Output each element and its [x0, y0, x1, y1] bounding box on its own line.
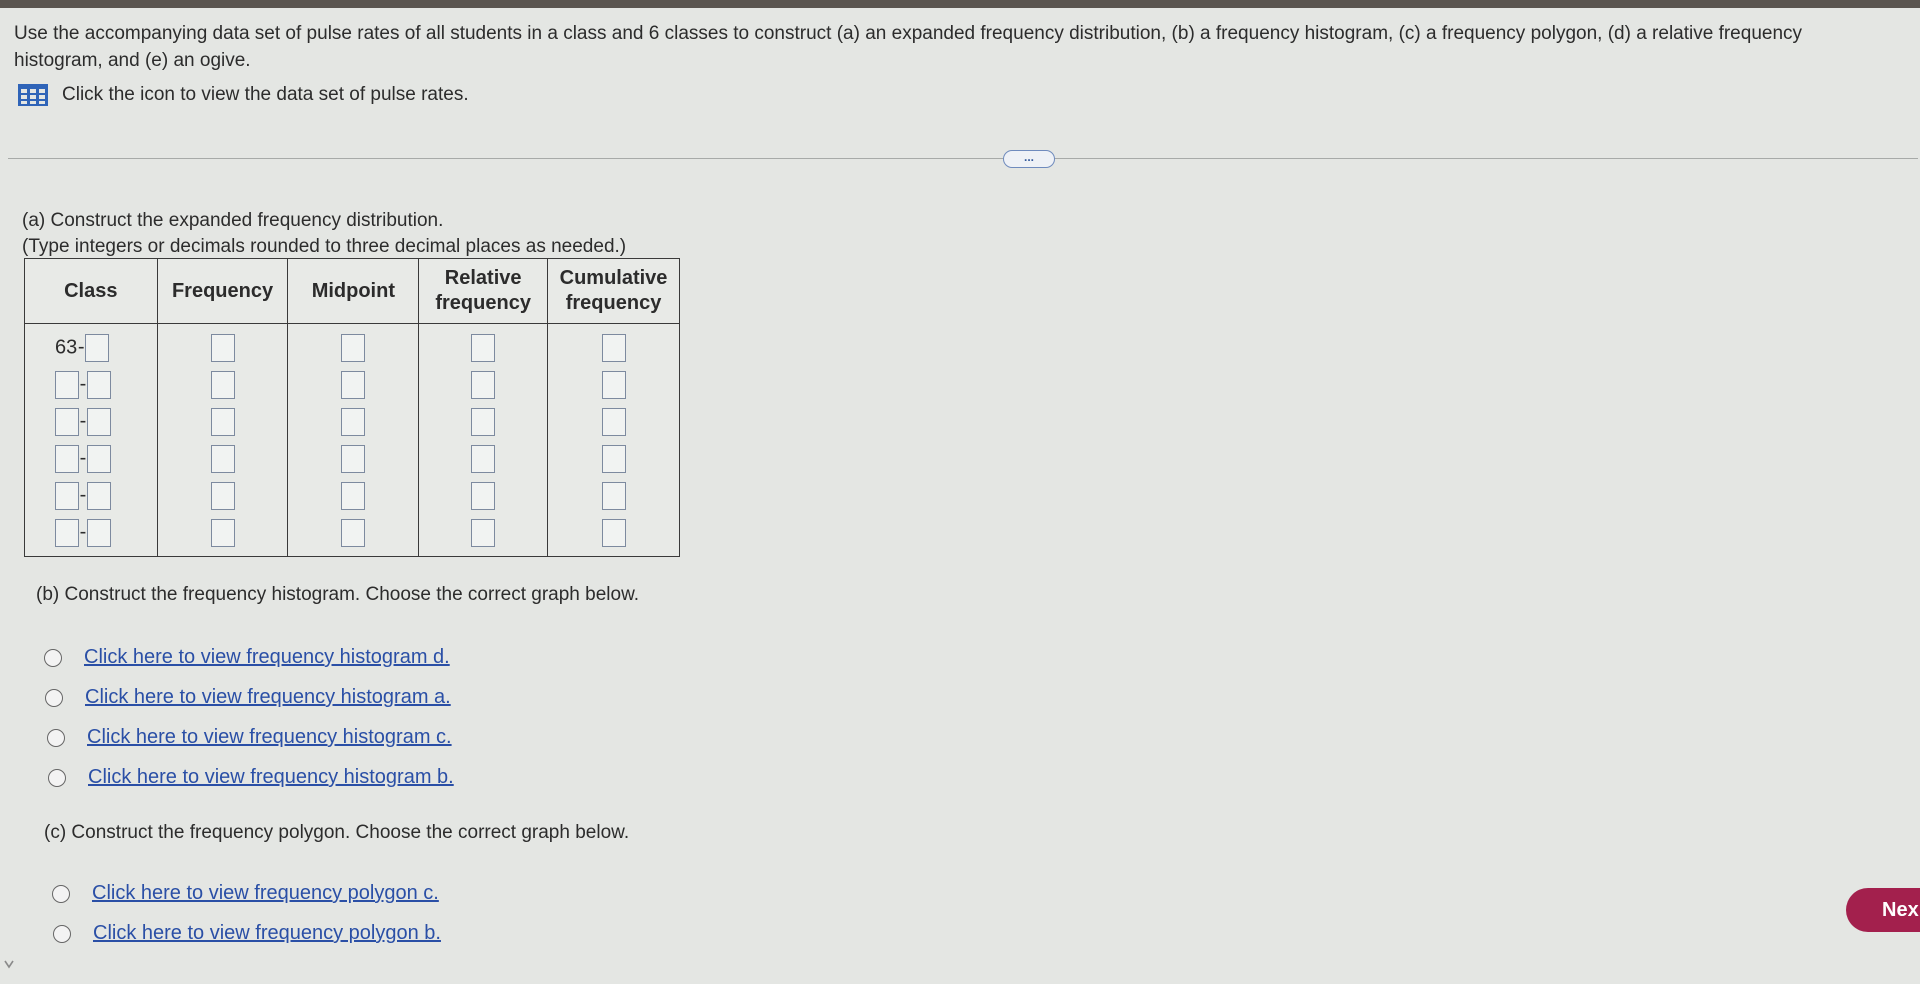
histogram-option-d[interactable]: Click here to view frequency histogram d…	[44, 646, 450, 669]
table-row: -	[24, 477, 680, 514]
header-class: Class	[24, 258, 158, 324]
lower-limit-input[interactable]	[55, 370, 79, 399]
histogram-option-link[interactable]: Click here to view frequency histogram b…	[88, 766, 454, 789]
frequency-input[interactable]	[210, 444, 235, 473]
lower-limit-input[interactable]	[55, 481, 79, 510]
upper-limit-input[interactable]	[87, 518, 111, 547]
polygon-option-b[interactable]: Click here to view frequency polygon b.	[53, 922, 441, 945]
class-dash: -	[79, 447, 87, 469]
table-row: -	[24, 514, 680, 557]
class-dash: -	[79, 521, 87, 543]
relative-frequency-input[interactable]	[471, 481, 496, 510]
histogram-option-c[interactable]: Click here to view frequency histogram c…	[47, 726, 452, 749]
radio-button[interactable]	[44, 648, 62, 667]
midpoint-input[interactable]	[341, 333, 366, 362]
part-b-title: (b) Construct the frequency histogram. C…	[36, 584, 640, 605]
frequency-distribution-table: Class Frequency Midpoint Relative frequen…	[24, 258, 680, 557]
next-button[interactable]: Nex	[1846, 888, 1920, 932]
midpoint-input[interactable]	[341, 481, 366, 510]
class-dash: -	[77, 336, 85, 358]
polygon-option-link[interactable]: Click here to view frequency polygon c.	[92, 882, 439, 905]
part-c-title: (c) Construct the frequency polygon. Cho…	[44, 822, 630, 843]
class-cell: 63-	[24, 323, 158, 366]
cumulative-frequency-input[interactable]	[601, 481, 626, 510]
radio-button[interactable]	[47, 728, 65, 747]
cumulative-frequency-input[interactable]	[601, 333, 626, 362]
class-dash: -	[79, 410, 87, 432]
lower-limit-fixed: 63	[55, 335, 78, 358]
relative-frequency-input[interactable]	[471, 444, 496, 473]
histogram-option-a[interactable]: Click here to view frequency histogram a…	[45, 686, 451, 709]
upper-limit-input[interactable]	[87, 370, 111, 399]
relative-frequency-input[interactable]	[471, 407, 496, 436]
upper-limit-input[interactable]	[85, 333, 110, 362]
question-text: Use the accompanying data set of pulse r…	[14, 23, 1803, 71]
header-cumulative-frequency: Cumulative frequency	[547, 258, 680, 324]
histogram-option-link[interactable]: Click here to view frequency histogram d…	[84, 646, 450, 669]
relative-frequency-input[interactable]	[471, 370, 496, 399]
table-row: -	[24, 403, 680, 440]
chevron-down-icon[interactable]	[4, 956, 14, 969]
histogram-option-link[interactable]: Click here to view frequency histogram c…	[87, 726, 452, 749]
polygon-option-link[interactable]: Click here to view frequency polygon b.	[93, 922, 441, 945]
header-frequency: Frequency	[156, 258, 289, 324]
histogram-option-link[interactable]: Click here to view frequency histogram a…	[85, 686, 451, 709]
frequency-input[interactable]	[210, 333, 235, 362]
radio-button[interactable]	[48, 768, 66, 787]
data-link-label: Click the icon to view the data set of p…	[62, 84, 469, 105]
part-a-instruction: (Type integers or decimals rounded to th…	[22, 236, 627, 257]
relative-frequency-input[interactable]	[471, 333, 496, 362]
header-midpoint: Midpoint	[287, 258, 420, 324]
grid-table-icon[interactable]	[18, 84, 48, 106]
cumulative-frequency-input[interactable]	[601, 370, 626, 399]
histogram-option-b[interactable]: Click here to view frequency histogram b…	[48, 766, 454, 789]
upper-limit-input[interactable]	[87, 407, 111, 436]
radio-button[interactable]	[45, 688, 63, 707]
table-header-row: Class Frequency Midpoint Relative frequen…	[24, 258, 680, 324]
radio-button[interactable]	[53, 924, 71, 943]
class-cell: -	[24, 514, 158, 557]
frequency-input[interactable]	[210, 370, 235, 399]
midpoint-input[interactable]	[341, 518, 366, 547]
frequency-input[interactable]	[210, 407, 235, 436]
class-dash: -	[79, 373, 87, 395]
header-relative-frequency: Relative frequency	[418, 258, 549, 324]
lower-limit-input[interactable]	[55, 518, 79, 547]
more-button[interactable]: ...	[1003, 150, 1055, 168]
class-dash: -	[79, 484, 87, 506]
class-cell: -	[24, 477, 158, 514]
divider	[8, 158, 1918, 159]
upper-limit-input[interactable]	[87, 481, 111, 510]
radio-button[interactable]	[52, 884, 70, 903]
table-row: -	[24, 440, 680, 477]
top-bar	[0, 0, 1920, 8]
frequency-input[interactable]	[210, 518, 235, 547]
table-row: -	[24, 366, 680, 403]
lower-limit-input[interactable]	[55, 407, 79, 436]
relative-frequency-input[interactable]	[471, 518, 496, 547]
upper-limit-input[interactable]	[87, 444, 111, 473]
midpoint-input[interactable]	[341, 370, 366, 399]
frequency-input[interactable]	[210, 481, 235, 510]
cumulative-frequency-input[interactable]	[601, 518, 626, 547]
polygon-option-c[interactable]: Click here to view frequency polygon c.	[52, 882, 439, 905]
class-cell: -	[24, 403, 158, 440]
midpoint-input[interactable]	[341, 444, 366, 473]
cumulative-frequency-input[interactable]	[601, 444, 626, 473]
part-a-title: (a) Construct the expanded frequency dis…	[22, 210, 444, 231]
midpoint-input[interactable]	[341, 407, 366, 436]
table-row: 63-	[24, 323, 680, 366]
lower-limit-input[interactable]	[55, 444, 79, 473]
class-cell: -	[24, 440, 158, 477]
view-data-set-link[interactable]: Click the icon to view the data set of p…	[18, 84, 469, 106]
cumulative-frequency-input[interactable]	[601, 407, 626, 436]
class-cell: -	[24, 366, 158, 403]
